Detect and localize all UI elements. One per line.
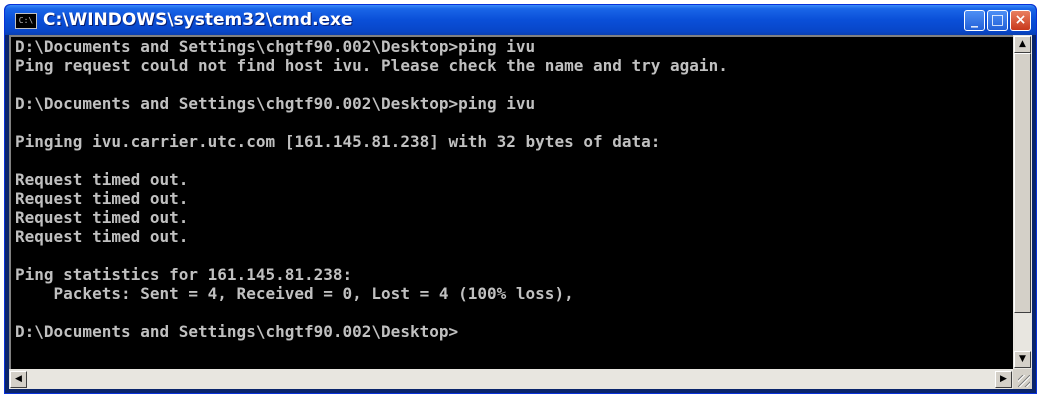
window-client-area: D:\Documents and Settings\chgtf90.002\De… (9, 35, 1032, 389)
scroll-down-arrow-icon[interactable]: ▼ (1014, 351, 1031, 368)
resize-grip-icon (1018, 375, 1030, 387)
horizontal-scrollbar[interactable]: ◀ ▶ (9, 369, 1013, 389)
console-line (11, 151, 1013, 170)
console-line (11, 75, 1013, 94)
cmd-window: C:\ C:\WINDOWS\system32\cmd.exe _ □ × D:… (4, 4, 1037, 394)
console-output[interactable]: D:\Documents and Settings\chgtf90.002\De… (9, 35, 1013, 369)
console-line: Request timed out. (15, 227, 189, 246)
console-line: Ping request could not find host ivu. Pl… (15, 56, 728, 75)
console-line (11, 303, 1013, 322)
minimize-button[interactable]: _ (964, 10, 985, 31)
console-line (11, 246, 1013, 265)
console-line: Request timed out. (15, 189, 189, 208)
console-line: Packets: Sent = 4, Received = 0, Lost = … (15, 284, 574, 303)
console-line (11, 113, 1013, 132)
vertical-scroll-thumb[interactable] (1014, 53, 1031, 313)
title-bar[interactable]: C:\ C:\WINDOWS\system32\cmd.exe _ □ × (5, 5, 1036, 35)
close-button[interactable]: × (1010, 10, 1031, 31)
scroll-right-arrow-icon[interactable]: ▶ (995, 371, 1012, 388)
scroll-up-arrow-icon[interactable]: ▲ (1014, 36, 1031, 53)
window-title: C:\WINDOWS\system32\cmd.exe (43, 10, 353, 30)
vertical-scrollbar[interactable]: ▲ ▼ (1013, 35, 1032, 369)
console-line: Request timed out. (15, 170, 189, 189)
console-app-icon[interactable]: C:\ (15, 13, 37, 29)
console-prompt-line: D:\Documents and Settings\chgtf90.002\De… (15, 322, 459, 341)
resize-grip[interactable] (1013, 369, 1032, 389)
maximize-button[interactable]: □ (987, 10, 1008, 31)
console-line: Request timed out. (15, 208, 189, 227)
console-line: Ping statistics for 161.145.81.238: (15, 265, 353, 284)
scroll-left-arrow-icon[interactable]: ◀ (10, 371, 27, 388)
console-line: Pinging ivu.carrier.utc.com [161.145.81.… (15, 132, 661, 151)
console-line: D:\Documents and Settings\chgtf90.002\De… (15, 37, 536, 56)
console-line: D:\Documents and Settings\chgtf90.002\De… (15, 94, 536, 113)
